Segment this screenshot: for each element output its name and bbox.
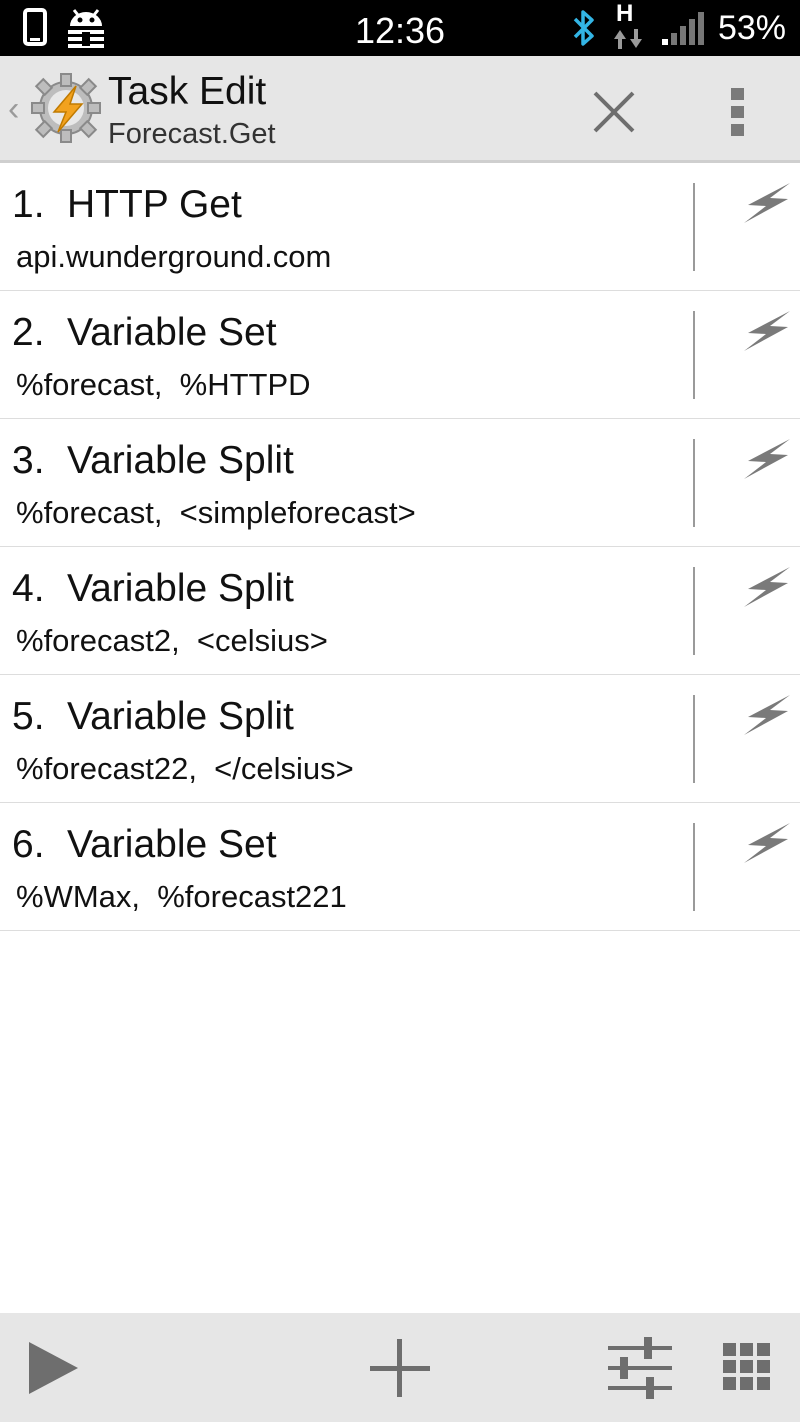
action-title: 4. Variable Split <box>12 567 294 611</box>
status-right-icons: H 53% <box>572 0 786 50</box>
lightning-bolt-icon[interactable] <box>742 309 792 353</box>
page-title: Task Edit <box>108 70 267 113</box>
network-type-label: H <box>615 0 634 27</box>
page-subtitle: Forecast.Get <box>108 118 276 150</box>
action-row-5[interactable]: 5. Variable Split %forecast22, </celsius> <box>0 675 800 803</box>
grid-icon[interactable] <box>720 1333 774 1403</box>
battery-percent: 53% <box>717 8 786 47</box>
row-divider <box>693 567 695 655</box>
lightning-bolt-icon[interactable] <box>742 821 792 865</box>
action-row-1[interactable]: 1. HTTP Get api.wunderground.com <box>0 163 800 291</box>
action-title: 2. Variable Set <box>12 311 277 355</box>
action-bar: ‹ Task Edit Forecast.Get <box>0 56 800 163</box>
action-title: 3. Variable Split <box>12 439 294 483</box>
action-number: 5. <box>12 695 45 738</box>
action-row-4[interactable]: 4. Variable Split %forecast2, <celsius> <box>0 547 800 675</box>
action-row-6[interactable]: 6. Variable Set %WMax, %forecast221 <box>0 803 800 931</box>
action-row-3[interactable]: 3. Variable Split %forecast, <simpleforec… <box>0 419 800 547</box>
action-name: HTTP Get <box>67 183 242 226</box>
action-number: 3. <box>12 439 45 482</box>
action-title: 5. Variable Split <box>12 695 294 739</box>
signal-icon <box>661 12 704 45</box>
row-divider <box>693 439 695 527</box>
overflow-menu-icon[interactable] <box>726 84 750 140</box>
action-row-2[interactable]: 2. Variable Set %forecast, %HTTPD <box>0 291 800 419</box>
action-number: 2. <box>12 311 45 354</box>
lightning-bolt-icon[interactable] <box>742 565 792 609</box>
action-list: 1. HTTP Get api.wunderground.com 2. Variab… <box>0 163 800 931</box>
action-name: Variable Set <box>67 311 277 354</box>
action-number: 4. <box>12 567 45 610</box>
data-transfer-icon <box>613 29 642 49</box>
add-icon[interactable] <box>366 1333 434 1403</box>
action-name: Variable Split <box>67 695 294 738</box>
close-icon[interactable] <box>586 84 642 140</box>
action-name: Variable Split <box>67 567 294 610</box>
action-title: 1. HTTP Get <box>12 183 242 227</box>
row-divider <box>693 695 695 783</box>
action-detail: %forecast, %HTTPD <box>16 367 311 402</box>
tasker-app-icon[interactable] <box>30 72 102 144</box>
action-detail: %WMax, %forecast221 <box>16 879 347 914</box>
lightning-bolt-icon[interactable] <box>742 693 792 737</box>
action-name: Variable Split <box>67 439 294 482</box>
sliders-icon[interactable] <box>606 1333 674 1403</box>
network-type-indicator: H <box>610 0 646 50</box>
action-detail: api.wunderground.com <box>16 239 332 274</box>
back-chevron-icon[interactable]: ‹ <box>8 90 19 129</box>
row-divider <box>693 311 695 399</box>
row-divider <box>693 823 695 911</box>
action-number: 1. <box>12 183 45 226</box>
row-divider <box>693 183 695 271</box>
action-detail: %forecast2, <celsius> <box>16 623 328 658</box>
action-title: 6. Variable Set <box>12 823 277 867</box>
action-number: 6. <box>12 823 45 866</box>
play-icon[interactable] <box>26 1333 82 1403</box>
action-detail: %forecast, <simpleforecast> <box>16 495 416 530</box>
lightning-bolt-icon[interactable] <box>742 181 792 225</box>
bluetooth-icon <box>573 10 594 46</box>
lightning-bolt-icon[interactable] <box>742 437 792 481</box>
status-bar: 12:36 H 53% <box>0 0 800 56</box>
action-detail: %forecast22, </celsius> <box>16 751 354 786</box>
bottom-toolbar <box>0 1313 800 1422</box>
action-name: Variable Set <box>67 823 277 866</box>
